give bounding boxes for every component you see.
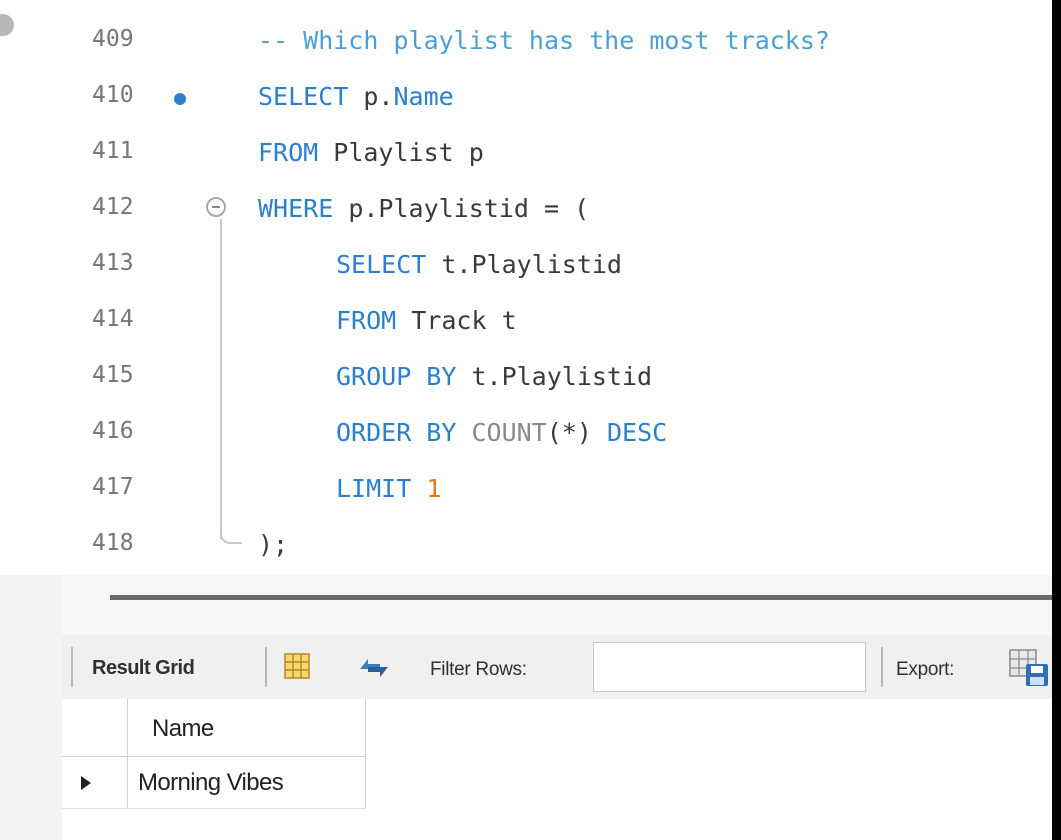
sql-text: (*)	[546, 418, 607, 447]
result-toolbar: Result Grid Filter Rows: Export:	[62, 635, 1052, 699]
sql-keyword: FROM	[258, 138, 319, 167]
sql-keyword: DESC	[606, 418, 668, 447]
sql-keyword: WHERE	[258, 194, 334, 223]
line-number: 418	[92, 530, 134, 556]
line-number: 412	[92, 194, 134, 220]
toolbar-separator	[881, 647, 883, 687]
grid-cell[interactable]: Morning Vibes	[128, 757, 366, 809]
code-text[interactable]: );	[258, 530, 288, 559]
code-line-410[interactable]: 410 SELECT p.Name	[0, 70, 1052, 126]
toolbar-separator	[265, 647, 267, 687]
workbench-window: 409 -- Which playlist has the most track…	[0, 0, 1052, 840]
code-text[interactable]: -- Which playlist has the most tracks?	[258, 26, 830, 55]
code-line-416[interactable]: 416 ORDER BY COUNT(*) DESC	[0, 406, 1052, 462]
sql-keyword: SELECT	[336, 250, 427, 279]
grid-corner-cell[interactable]	[62, 699, 128, 757]
code-line-412[interactable]: 412 WHERE p.Playlistid = (	[0, 182, 1052, 238]
code-text[interactable]: GROUP BY t.Playlistid	[336, 362, 652, 391]
sql-text: t.Playlistid	[426, 250, 622, 279]
sql-keyword: SELECT	[258, 82, 349, 111]
breakpoint-dot-icon[interactable]	[174, 93, 186, 105]
sql-text: Track t	[396, 306, 517, 335]
sql-editor[interactable]: 409 -- Which playlist has the most track…	[0, 0, 1052, 575]
line-number: 411	[92, 138, 134, 164]
code-text[interactable]: FROM Playlist p	[258, 138, 484, 167]
sql-text: Playlist p	[318, 138, 484, 167]
line-number: 414	[92, 306, 134, 332]
refresh-icon[interactable]	[356, 655, 392, 681]
fold-guide-end	[220, 520, 242, 544]
sql-keyword: LIMIT	[336, 474, 412, 503]
export-icon[interactable]	[1009, 649, 1049, 687]
code-line-409[interactable]: 409 -- Which playlist has the most track…	[0, 14, 1052, 70]
export-label: Export:	[896, 659, 955, 680]
sql-text: );	[258, 530, 289, 559]
code-text[interactable]: ORDER BY COUNT(*) DESC	[336, 418, 667, 447]
left-gutter-band	[0, 575, 62, 840]
result-grid-tab[interactable]: Result Grid	[92, 657, 195, 680]
sql-comment: -- Which playlist has the most tracks?	[258, 26, 830, 55]
code-text[interactable]: WHERE p.Playlistid = (	[258, 194, 589, 223]
panel-splitter[interactable]	[62, 575, 1052, 635]
toolbar-separator	[71, 647, 73, 687]
sql-text: p.	[348, 82, 394, 111]
sql-function: COUNT	[471, 418, 547, 447]
sql-text: p.Playlistid = (	[333, 194, 590, 223]
filter-rows-input[interactable]	[593, 642, 866, 692]
line-number: 410	[92, 82, 134, 108]
code-line-418[interactable]: 418 );	[0, 518, 1052, 574]
code-line-415[interactable]: 415 GROUP BY t.Playlistid	[0, 350, 1052, 406]
code-text[interactable]: SELECT t.Playlistid	[336, 250, 622, 279]
line-number: 417	[92, 474, 134, 500]
current-row-arrow-icon	[81, 776, 91, 790]
code-text[interactable]: FROM Track t	[336, 306, 517, 335]
code-line-411[interactable]: 411 FROM Playlist p	[0, 126, 1052, 182]
code-text[interactable]: LIMIT 1	[336, 474, 441, 503]
fold-guide-line	[220, 219, 222, 539]
sql-number: 1	[426, 474, 442, 503]
code-line-417[interactable]: 417 LIMIT 1	[0, 462, 1052, 518]
line-number: 415	[92, 362, 134, 388]
sql-keyword: FROM	[336, 306, 397, 335]
code-line-413[interactable]: 413 SELECT t.Playlistid	[0, 238, 1052, 294]
line-number: 409	[92, 26, 134, 52]
line-number: 416	[92, 418, 134, 444]
result-grid[interactable]: Name Morning Vibes	[62, 699, 1052, 840]
fold-collapse-icon[interactable]	[206, 197, 226, 217]
column-header-name[interactable]: Name	[128, 699, 366, 757]
grid-icon[interactable]	[284, 653, 310, 679]
sql-keyword: Name	[393, 82, 454, 111]
sql-keyword: GROUP BY	[336, 362, 457, 391]
row-indicator[interactable]	[62, 757, 128, 809]
filter-rows-label: Filter Rows:	[430, 659, 527, 680]
code-line-414[interactable]: 414 FROM Track t	[0, 294, 1052, 350]
code-text[interactable]: SELECT p.Name	[258, 82, 454, 111]
line-number: 413	[92, 250, 134, 276]
sql-text: t.Playlistid	[456, 362, 653, 391]
sql-keyword: ORDER BY	[336, 418, 457, 447]
splitter-handle[interactable]	[110, 595, 1052, 600]
